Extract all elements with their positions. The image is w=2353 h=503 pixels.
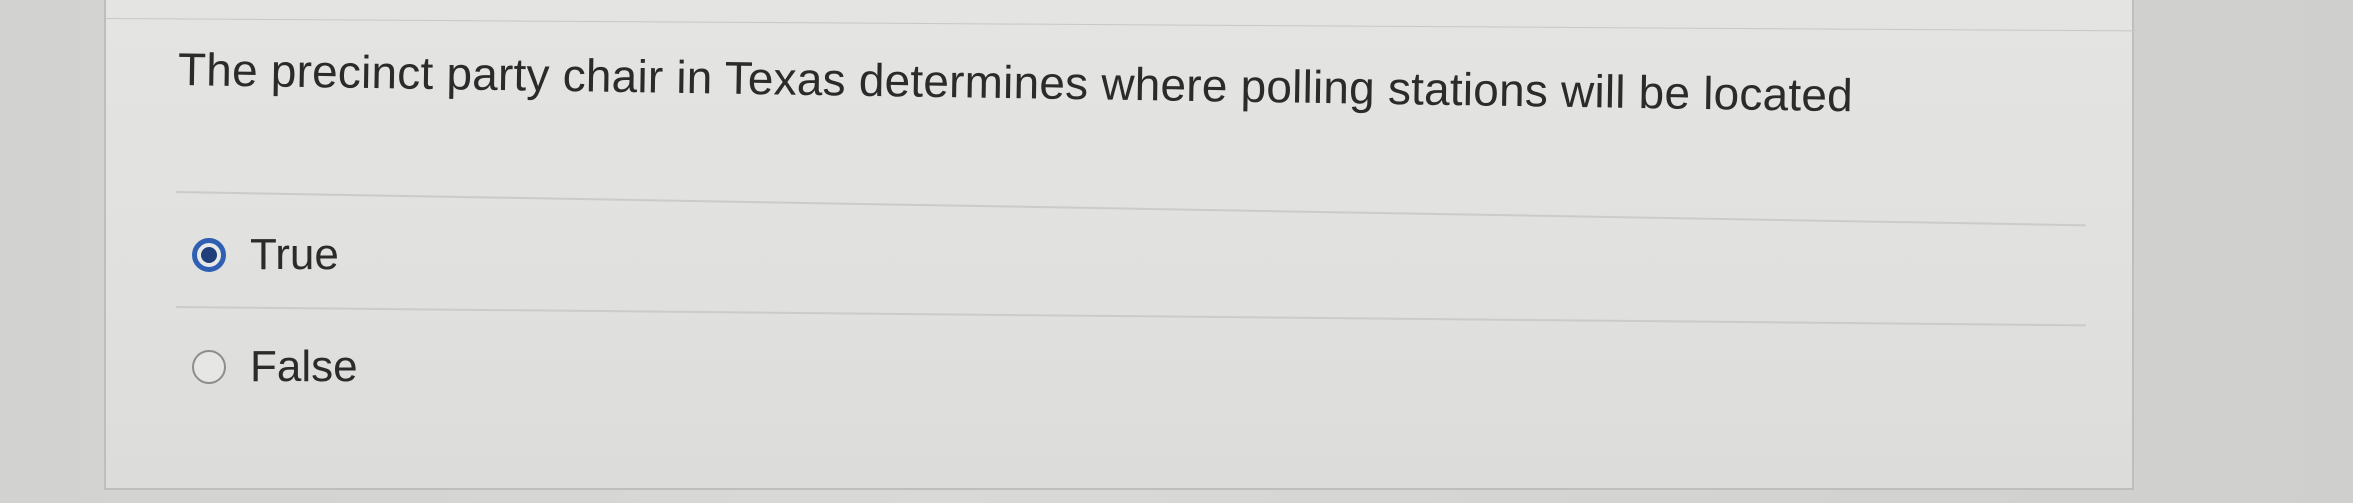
card-top-divider bbox=[105, 18, 2136, 32]
answer-option-false[interactable]: False bbox=[192, 342, 358, 392]
answer-label-false[interactable]: False bbox=[250, 342, 358, 392]
answer-label-true[interactable]: True bbox=[250, 230, 339, 280]
answer-option-true[interactable]: True bbox=[192, 230, 339, 280]
answer-divider-middle bbox=[175, 306, 2086, 327]
answer-divider-top bbox=[175, 191, 2086, 227]
radio-dot bbox=[201, 247, 217, 263]
screen: The precinct party chair in Texas determ… bbox=[0, 0, 2353, 503]
question-card: The precinct party chair in Texas determ… bbox=[104, 0, 2136, 490]
question-text: The precinct party chair in Texas determ… bbox=[177, 43, 1854, 122]
radio-selected-icon[interactable] bbox=[192, 238, 226, 272]
radio-unselected-icon[interactable] bbox=[192, 350, 226, 384]
